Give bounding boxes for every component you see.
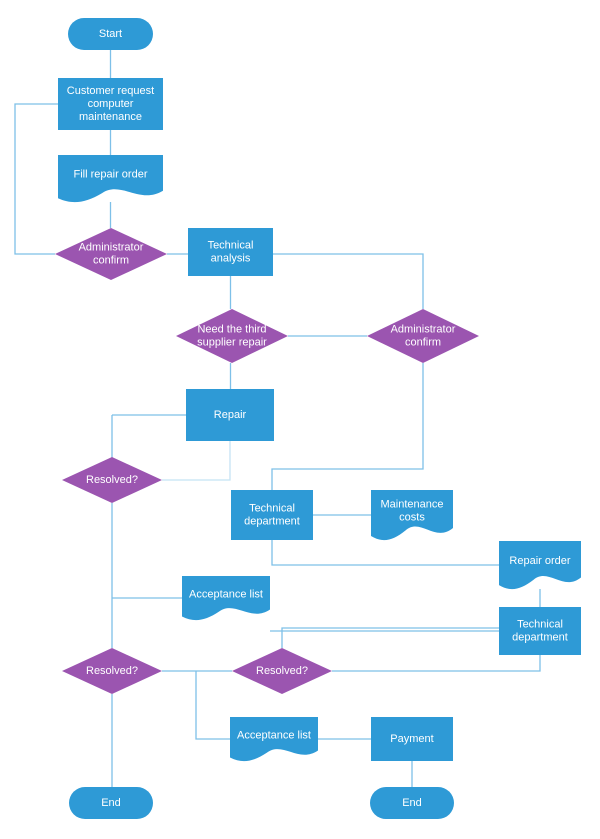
node-repair_order[interactable]: Repair order <box>499 541 581 590</box>
connector-tech_dep2-to-resolved3 <box>332 655 541 672</box>
connector-cust_req-to-admin1 <box>14 103 58 255</box>
shape-decision[interactable] <box>367 309 479 363</box>
shape-rectangle[interactable] <box>499 607 581 655</box>
node-tech_dep1[interactable]: Technical department <box>231 490 313 540</box>
shape-rectangle[interactable] <box>231 490 313 540</box>
node-payment[interactable]: Payment <box>371 717 453 761</box>
node-accept1[interactable]: Acceptance list <box>182 576 270 621</box>
shape-terminator[interactable] <box>69 787 153 819</box>
shape-rectangle[interactable] <box>58 78 163 130</box>
connector-repair-to-resolved1 <box>162 441 231 481</box>
shape-document[interactable] <box>499 541 581 590</box>
node-admin1[interactable]: Administrator confirm <box>55 228 167 280</box>
connector-tech_anal-to-admin2 <box>273 253 424 309</box>
connector-tech_dep1-to-repair_order <box>271 540 499 566</box>
flowchart-canvas: Start Customer request computer maintenance… <box>0 0 600 839</box>
node-resolved1[interactable]: Resolved? <box>62 457 162 503</box>
flowchart-svg: Start Customer request computer maintenance… <box>14 18 581 819</box>
connector-resolved3-to-accept2 <box>195 671 230 740</box>
shape-terminator[interactable] <box>68 18 153 50</box>
node-end1[interactable]: End <box>69 787 153 819</box>
node-tech_anal[interactable]: Technical analysis <box>188 228 273 276</box>
shape-decision[interactable] <box>232 648 332 694</box>
node-accept2[interactable]: Acceptance list <box>230 717 318 762</box>
node-repair[interactable]: Repair <box>186 389 274 441</box>
node-admin2[interactable]: Administrator confirm <box>367 309 479 363</box>
node-need_third[interactable]: Need the third supplier repair <box>176 309 288 363</box>
shape-rectangle[interactable] <box>186 389 274 441</box>
shape-decision[interactable] <box>62 457 162 503</box>
node-fill_order[interactable]: Fill repair order <box>58 155 163 203</box>
shape-document[interactable] <box>58 155 163 203</box>
node-resolved2[interactable]: Resolved? <box>62 648 162 694</box>
shape-decision[interactable] <box>176 309 288 363</box>
node-resolved3[interactable]: Resolved? <box>232 648 332 694</box>
shape-decision[interactable] <box>55 228 167 280</box>
node-cust_req[interactable]: Customer request computer maintenance <box>58 78 163 130</box>
shape-decision[interactable] <box>62 648 162 694</box>
node-tech_dep2[interactable]: Technical department <box>499 607 581 655</box>
node-end2[interactable]: End <box>370 787 454 819</box>
shape-terminator[interactable] <box>370 787 454 819</box>
shape-rectangle[interactable] <box>188 228 273 276</box>
node-maint_costs[interactable]: Maintenance costs <box>371 490 453 541</box>
shape-document[interactable] <box>230 717 318 762</box>
shape-document[interactable] <box>371 490 453 541</box>
shape-document[interactable] <box>182 576 270 621</box>
node-start[interactable]: Start <box>68 18 153 50</box>
connector-admin2-to-tech_dep1 <box>271 363 424 490</box>
shape-rectangle[interactable] <box>371 717 453 761</box>
node-layer: Start Customer request computer maintenance… <box>55 18 581 819</box>
